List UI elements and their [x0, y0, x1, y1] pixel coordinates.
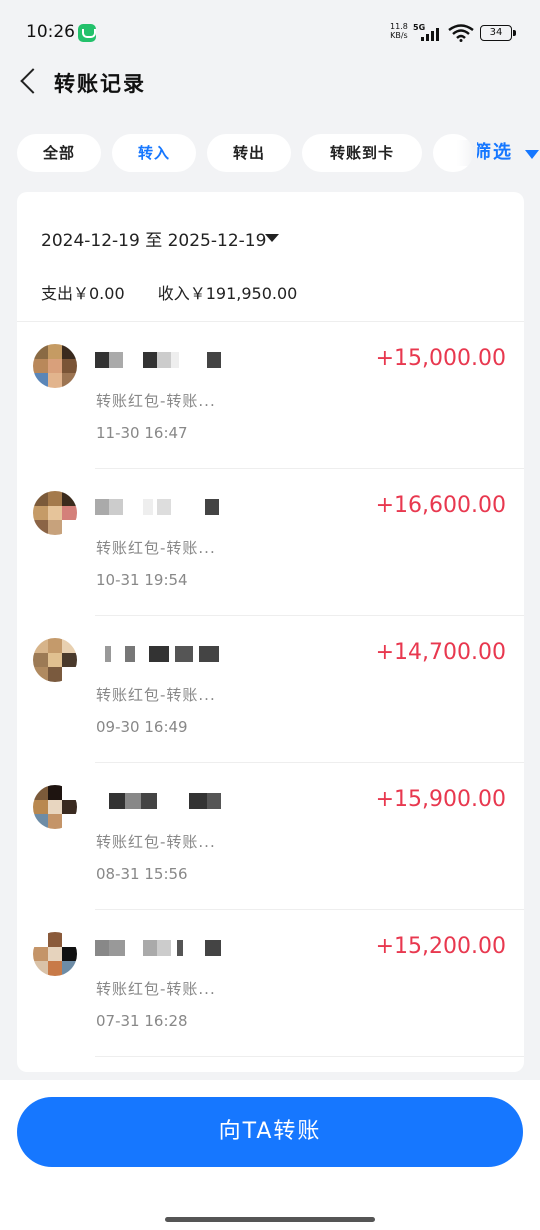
transfer-note: 转账红包-转账... — [96, 392, 216, 410]
expense-total: 支出￥0.00 — [41, 284, 125, 303]
status-bar: 10:26 11.8 KB/s 5G 34 — [0, 0, 540, 64]
date-range-selector[interactable]: 2024-12-19 至 2025-12-19 — [41, 226, 266, 251]
transfer-amount: +15,200.00 — [375, 934, 506, 959]
transfer-time: 07-31 16:28 — [96, 1012, 188, 1030]
avatar — [33, 344, 77, 388]
transfer-time: 10-31 19:54 — [96, 571, 188, 589]
signal-icon — [421, 27, 443, 41]
back-button[interactable] — [14, 64, 46, 100]
filter-label: 筛选 — [473, 142, 513, 163]
avatar — [33, 785, 77, 829]
transfer-to-them-button[interactable]: 向TA转账 — [17, 1097, 523, 1167]
masked-name — [95, 644, 225, 662]
filter-chips: 全部 转入 转出 转账到卡 筛选 — [17, 134, 540, 172]
transfer-note: 转账红包-转账... — [96, 539, 216, 557]
chip-incoming[interactable]: 转入 — [112, 134, 196, 172]
transfer-row[interactable]: 转账红包-转账... 09-30 16:49 +14,700.00 — [17, 616, 524, 763]
summary: 支出￥0.00 收入￥191,950.00 — [41, 280, 325, 304]
transfer-note: 转账红包-转账... — [96, 833, 216, 851]
transfer-note: 转账红包-转账... — [96, 686, 216, 704]
transfer-time: 11-30 16:47 — [96, 424, 188, 442]
network-speed: 11.8 KB/s — [390, 22, 408, 40]
wifi-icon — [448, 24, 474, 42]
page-title: 转账记录 — [54, 72, 146, 96]
transfer-time: 08-31 15:56 — [96, 865, 188, 883]
chip-outgoing[interactable]: 转出 — [207, 134, 291, 172]
transfer-amount: +15,000.00 — [375, 346, 506, 371]
transfer-amount: +16,600.00 — [375, 493, 506, 518]
masked-name — [95, 350, 225, 368]
masked-name — [95, 791, 225, 809]
transfer-time: 09-30 16:49 — [96, 718, 188, 736]
transfer-row[interactable]: 转账红包-转账... 10-31 19:54 +16,600.00 — [17, 469, 524, 616]
battery-icon: 34 — [480, 25, 516, 41]
home-indicator[interactable] — [165, 1217, 375, 1222]
transfer-list: 转账红包-转账... 11-30 16:47 +15,000.00 转账红包-转… — [17, 322, 524, 1057]
transfer-row[interactable]: 转账红包-转账... 08-31 15:56 +15,900.00 — [17, 763, 524, 910]
avatar — [33, 491, 77, 535]
masked-name — [95, 938, 225, 956]
masked-name — [95, 497, 225, 515]
chip-transfer-to-card[interactable]: 转账到卡 — [302, 134, 422, 172]
status-time: 10:26 — [26, 22, 75, 42]
wechat-notification-icon — [78, 24, 96, 42]
chip-all[interactable]: 全部 — [17, 134, 101, 172]
transfer-amount: +14,700.00 — [375, 640, 506, 665]
transfer-amount: +15,900.00 — [375, 787, 506, 812]
caret-down-icon[interactable] — [265, 234, 279, 242]
bottom-bar: 向TA转账 — [0, 1080, 540, 1230]
filter-button[interactable]: 筛选 — [457, 134, 540, 172]
avatar — [33, 932, 77, 976]
transfer-row[interactable]: 转账红包-转账... 11-30 16:47 +15,000.00 — [17, 322, 524, 469]
caret-down-icon — [525, 150, 539, 159]
records-card: 2024-12-19 至 2025-12-19 支出￥0.00 收入￥191,9… — [17, 192, 524, 1072]
transfer-row[interactable]: 转账红包-转账... 07-31 16:28 +15,200.00 — [17, 910, 524, 1057]
transfer-note: 转账红包-转账... — [96, 980, 216, 998]
avatar — [33, 638, 77, 682]
income-total: 收入￥191,950.00 — [157, 284, 298, 303]
header: 转账记录 — [0, 60, 540, 104]
